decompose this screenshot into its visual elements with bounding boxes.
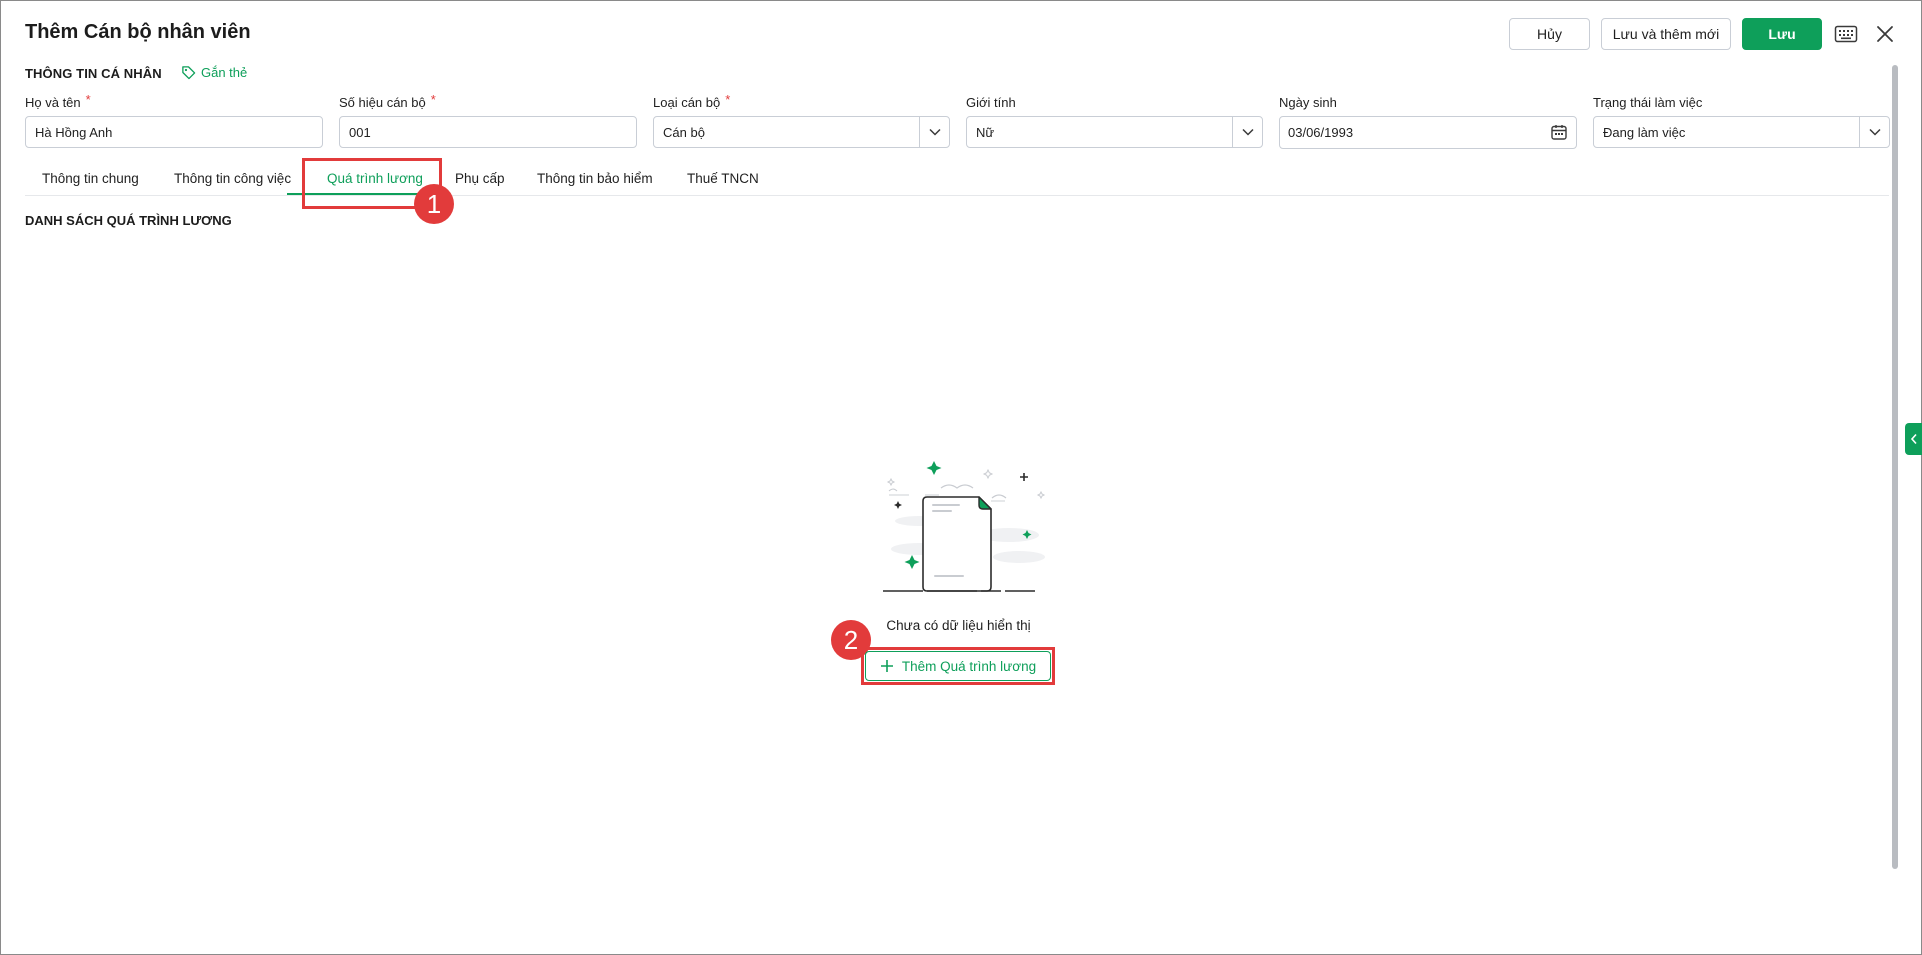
dropdown-toggle[interactable] xyxy=(919,117,949,147)
empty-state-text: Chưa có dữ liệu hiển thị xyxy=(886,618,1031,633)
code-label: Số hiệu cán bộ * xyxy=(339,92,436,110)
chevron-down-icon xyxy=(1868,128,1881,136)
plus-icon xyxy=(880,660,893,672)
chevron-down-icon xyxy=(928,128,941,136)
step-badge-1: 1 xyxy=(414,184,454,224)
vertical-scrollbar[interactable] xyxy=(1892,65,1898,869)
name-input[interactable]: Hà Hồng Anh xyxy=(25,116,323,148)
tab-work-info[interactable]: Thông tin công việc xyxy=(174,171,291,186)
dropdown-toggle[interactable] xyxy=(1232,117,1262,147)
keyboard-icon[interactable] xyxy=(1834,23,1858,45)
tag-link[interactable]: Gắn thẻ xyxy=(181,65,247,80)
type-select[interactable]: Cán bộ xyxy=(653,116,950,148)
gender-select[interactable]: Nữ xyxy=(966,116,1263,148)
name-label: Họ và tên * xyxy=(25,92,91,110)
chevron-down-icon xyxy=(1241,128,1254,136)
type-label: Loại cán bộ * xyxy=(653,92,731,110)
dob-input[interactable]: 03/06/1993 xyxy=(1279,116,1577,149)
dob-value: 03/06/1993 xyxy=(1288,125,1354,140)
close-icon[interactable] xyxy=(1873,22,1897,46)
required-mark: * xyxy=(430,92,436,107)
status-value: Đang làm việc xyxy=(1603,124,1686,140)
gender-label: Giới tính xyxy=(966,95,1016,110)
dialog-title: Thêm Cán bộ nhân viên xyxy=(25,21,251,43)
save-and-new-button[interactable]: Lưu và thêm mới xyxy=(1601,18,1731,50)
tag-icon xyxy=(182,66,196,80)
empty-document-illustration xyxy=(883,461,1049,592)
type-value: Cán bộ xyxy=(663,124,705,140)
save-button[interactable]: Lưu xyxy=(1742,18,1822,50)
name-value: Hà Hồng Anh xyxy=(35,124,113,140)
status-label: Trạng thái làm việc xyxy=(1593,95,1703,110)
cancel-button[interactable]: Hủy xyxy=(1509,18,1590,50)
status-select[interactable]: Đang làm việc xyxy=(1593,116,1890,148)
tab-insurance-info[interactable]: Thông tin bảo hiểm xyxy=(537,171,653,186)
dropdown-toggle[interactable] xyxy=(1859,117,1889,147)
dob-label: Ngày sinh xyxy=(1279,95,1337,110)
tag-label: Gắn thẻ xyxy=(201,65,248,80)
personal-info-title: THÔNG TIN CÁ NHÂN xyxy=(25,66,162,81)
tab-general-info[interactable]: Thông tin chung xyxy=(42,171,139,186)
add-salary-history-label: Thêm Quá trình lương xyxy=(901,658,1037,674)
gender-value: Nữ xyxy=(976,124,995,140)
tab-personal-income-tax[interactable]: Thuế TNCN xyxy=(687,171,759,186)
chevron-left-icon xyxy=(1910,433,1917,445)
dialog-window: Thêm Cán bộ nhân viên Hủy Lưu và thêm mớ… xyxy=(0,0,1922,955)
add-salary-history-button[interactable]: Thêm Quá trình lương xyxy=(865,651,1051,681)
salary-history-list-title: DANH SÁCH QUÁ TRÌNH LƯƠNG xyxy=(25,213,232,228)
required-mark: * xyxy=(85,92,91,107)
code-label-text: Số hiệu cán bộ xyxy=(339,95,426,110)
type-label-text: Loại cán bộ xyxy=(653,95,721,110)
required-mark: * xyxy=(725,92,731,107)
tab-allowance[interactable]: Phụ cấp xyxy=(455,171,505,186)
calendar-icon[interactable] xyxy=(1550,123,1568,141)
name-label-text: Họ và tên xyxy=(25,95,81,110)
code-value: 001 xyxy=(349,124,371,140)
side-panel-toggle[interactable] xyxy=(1905,423,1922,455)
code-input[interactable]: 001 xyxy=(339,116,637,148)
